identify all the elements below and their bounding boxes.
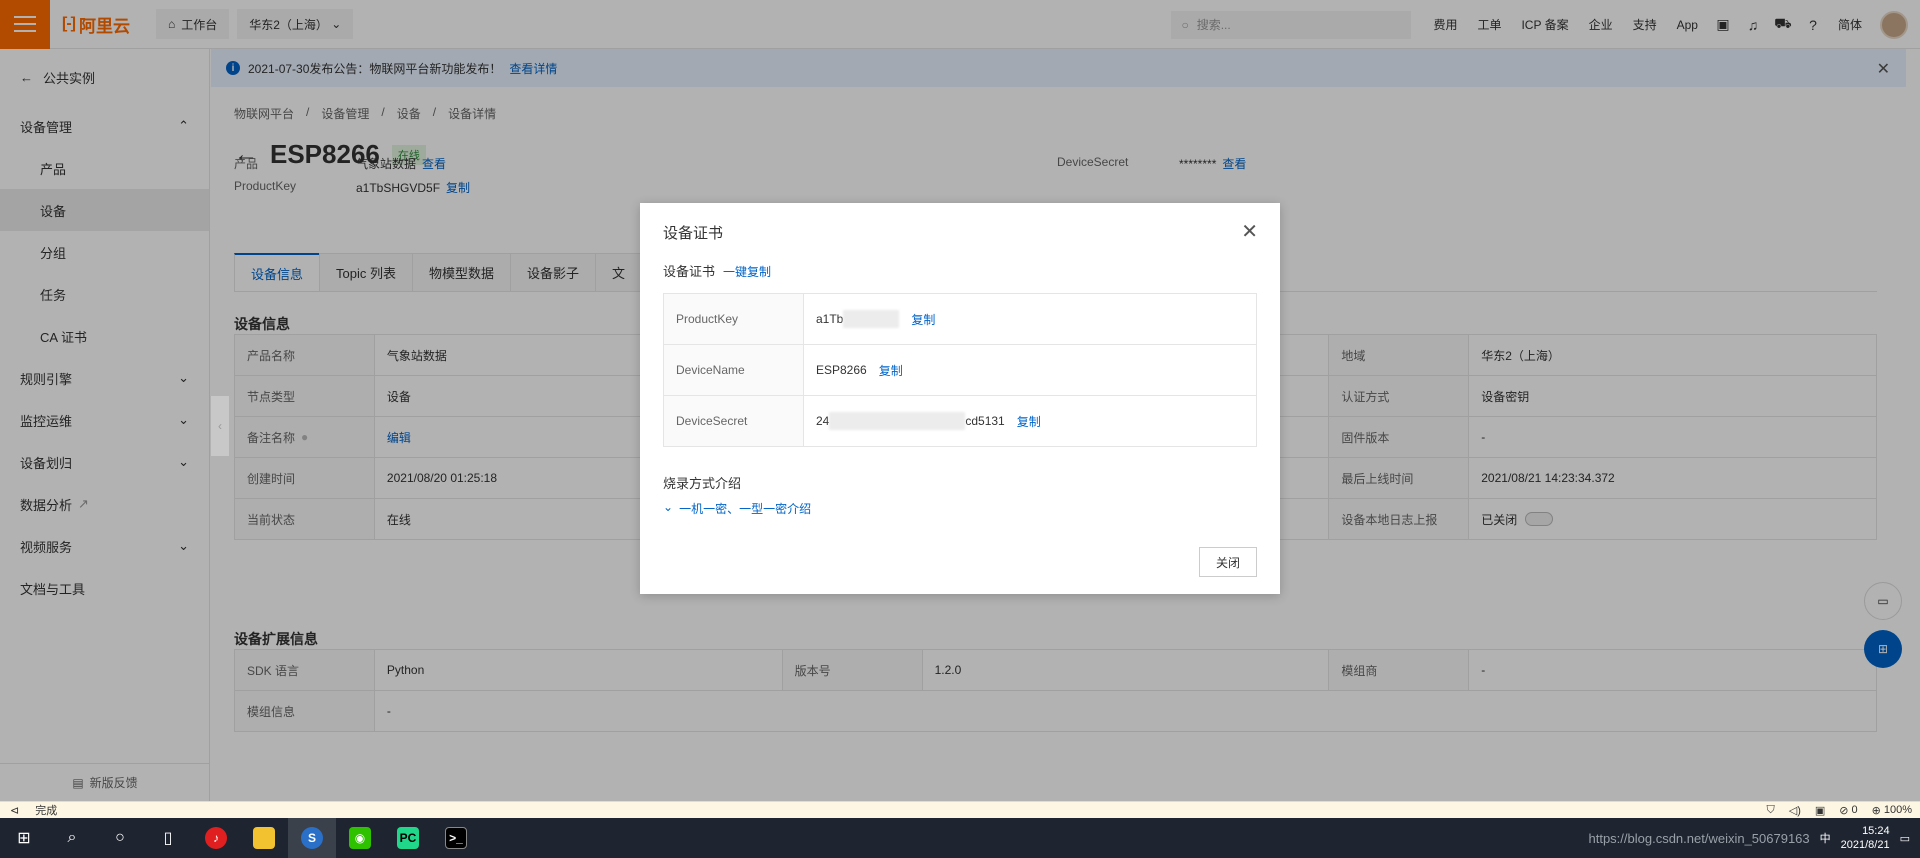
pycharm-icon: PC: [397, 827, 419, 849]
system-tray: https://blog.csdn.net/weixin_50679163 中 …: [1588, 818, 1910, 858]
task-view-button[interactable]: ▯: [144, 818, 192, 858]
start-button[interactable]: ⊞: [0, 818, 48, 858]
copy-device-secret-link[interactable]: 复制: [1017, 413, 1041, 430]
netease-music-icon: ♪: [205, 827, 227, 849]
cert-key: DeviceName: [664, 345, 804, 396]
shield-icon[interactable]: ⛉: [1767, 804, 1775, 817]
clock-date: 2021/8/21: [1840, 839, 1890, 851]
browser-icon: S: [301, 827, 323, 849]
copy-all-link[interactable]: 一键复制: [723, 265, 771, 279]
adblock-icon: ⊘: [1839, 805, 1849, 817]
sidebar-collapse-handle[interactable]: ‹: [211, 396, 229, 456]
chevron-left-icon: ‹: [218, 419, 222, 433]
windows-icon: ⊞: [17, 830, 31, 847]
table-row: DeviceSecret 24 cd5131 复制: [664, 396, 1257, 447]
folder-icon: [253, 827, 275, 849]
cert-value: 24 cd5131 复制: [804, 396, 1257, 447]
device-name-value: ESP8266: [816, 363, 867, 377]
status-text: 完成: [35, 805, 58, 817]
table-row: ProductKey a1Tb 复制: [664, 294, 1257, 345]
cert-value: ESP8266 复制: [804, 345, 1257, 396]
close-icon[interactable]: ✕: [1241, 219, 1258, 244]
adblock-count-value: 0: [1851, 804, 1858, 816]
clock-time: 15:24: [1862, 825, 1890, 837]
terminal-icon: >_: [445, 827, 467, 849]
burn-method-link-label: 一机一密、一型一密介绍: [679, 502, 812, 516]
device-secret-head: 24: [816, 414, 830, 428]
wechat-icon: ◉: [349, 827, 371, 849]
windows-taskbar: ⊞ ⌕ ○ ▯ ♪ S ◉ PC >_ https://blog.csdn.ne…: [0, 818, 1920, 858]
device-secret-tail: cd5131: [965, 414, 1005, 428]
sidebar-toggle-icon[interactable]: ⊲: [10, 804, 19, 817]
copy-product-key-link[interactable]: 复制: [911, 311, 935, 328]
certificate-dialog: 设备证书 ✕ 设备证书 一键复制 ProductKey a1Tb 复制 Devic…: [640, 203, 1280, 594]
watermark-text: https://blog.csdn.net/weixin_50679163: [1588, 830, 1810, 846]
chevron-down-icon: ⌄: [663, 500, 674, 514]
taskbar-app-netease[interactable]: ♪: [192, 818, 240, 858]
adblock-count[interactable]: ⊘ 0: [1839, 804, 1857, 817]
redaction-blur: [843, 310, 900, 328]
zoom-level[interactable]: ⊕ 100%: [1872, 804, 1912, 817]
screenshot-icon[interactable]: ▣: [1815, 804, 1825, 817]
taskbar-app-explorer[interactable]: [240, 818, 288, 858]
volume-icon[interactable]: ◁): [1789, 804, 1801, 817]
dialog-subtitle: 设备证书 一键复制: [663, 261, 771, 280]
cert-key: DeviceSecret: [664, 396, 804, 447]
dialog-title: 设备证书: [663, 225, 724, 242]
product-key-value: a1Tb: [816, 310, 900, 328]
search-icon: ⌕: [67, 829, 77, 846]
browser-status-bar: ⊲ 完成 ⛉ ◁) ▣ ⊘ 0 ⊕ 100%: [0, 801, 1920, 818]
taskbar-app-terminal[interactable]: >_: [432, 818, 480, 858]
cert-key: ProductKey: [664, 294, 804, 345]
zoom-value: 100%: [1883, 804, 1912, 816]
taskbar-app-pycharm[interactable]: PC: [384, 818, 432, 858]
zoom-icon: ⊕: [1871, 805, 1881, 817]
product-key-text: a1Tb: [816, 312, 844, 326]
burn-method-link[interactable]: ⌄ 一机一密、一型一密介绍: [663, 500, 811, 517]
copy-device-name-link[interactable]: 复制: [879, 362, 903, 379]
table-row: DeviceName ESP8266 复制: [664, 345, 1257, 396]
taskbar-app-wechat[interactable]: ◉: [336, 818, 384, 858]
notification-icon[interactable]: ▭: [1900, 832, 1910, 845]
search-button[interactable]: ⌕: [48, 818, 96, 858]
taskbar-app-browser[interactable]: S: [288, 818, 336, 858]
circle-icon: ○: [115, 829, 125, 846]
redaction-blur: [829, 412, 966, 430]
device-secret-value: 24 cd5131: [816, 412, 1005, 430]
cert-value: a1Tb 复制: [804, 294, 1257, 345]
dialog-subtitle-text: 设备证书: [663, 264, 716, 279]
status-bar-right: ⛉ ◁) ▣ ⊘ 0 ⊕ 100%: [1767, 802, 1912, 819]
cortana-button[interactable]: ○: [96, 818, 144, 858]
clock[interactable]: 15:24 2021/8/21: [1841, 824, 1890, 852]
certificate-table: ProductKey a1Tb 复制 DeviceName ESP8266 复制…: [663, 293, 1257, 447]
ime-indicator[interactable]: 中: [1820, 830, 1831, 846]
close-button[interactable]: 关闭: [1199, 547, 1257, 577]
task-view-icon: ▯: [163, 830, 173, 847]
burn-method-title: 烧录方式介绍: [663, 476, 742, 491]
